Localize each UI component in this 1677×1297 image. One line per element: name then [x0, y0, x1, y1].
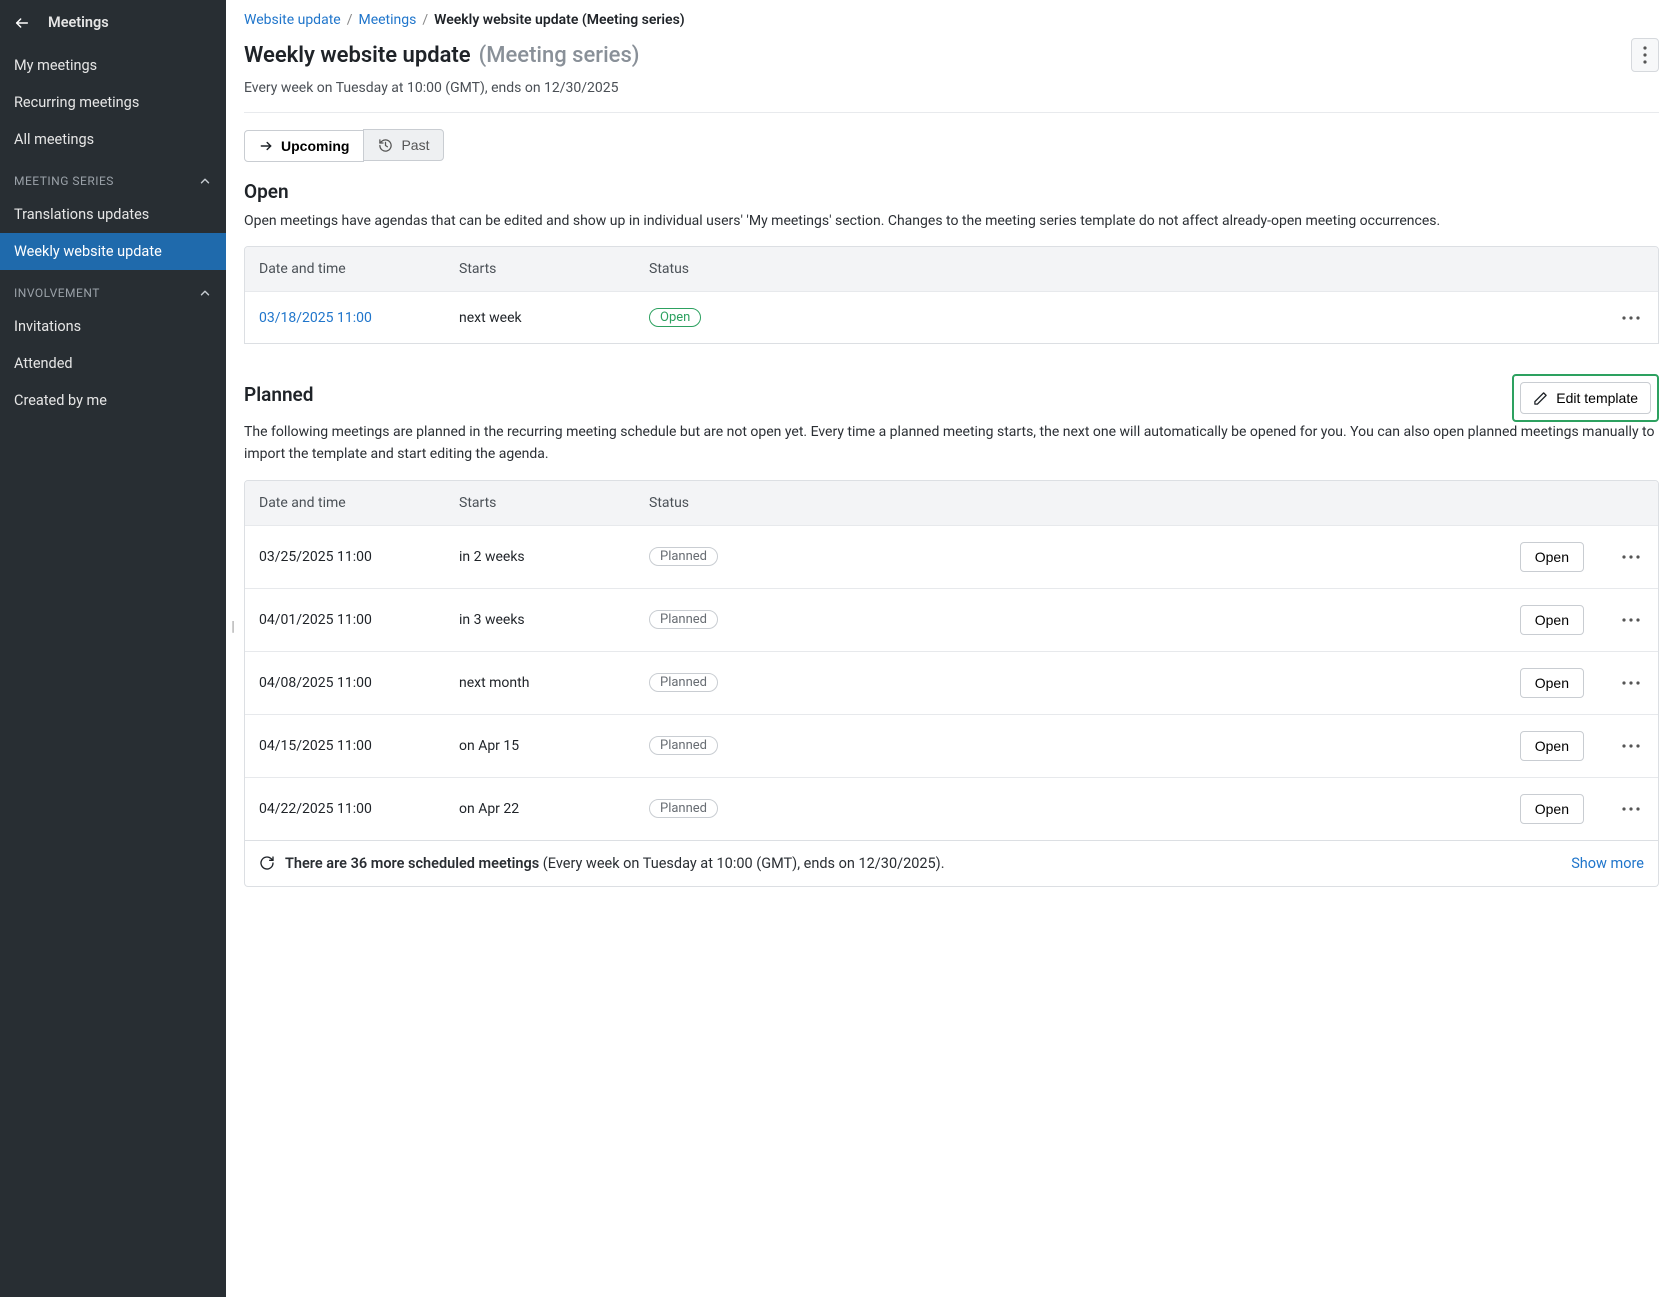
planned-meetings-table: Date and time Starts Status 03/25/2025 1… — [244, 480, 1659, 841]
meeting-datetime-link[interactable]: 03/18/2025 11:00 — [259, 310, 372, 326]
status-badge: Planned — [649, 799, 718, 818]
status-badge: Planned — [649, 547, 718, 566]
planned-section-desc: The following meetings are planned in th… — [244, 422, 1659, 465]
meeting-datetime: 04/15/2025 11:00 — [259, 738, 459, 754]
row-actions-menu[interactable] — [1618, 803, 1644, 815]
col-datetime: Date and time — [259, 261, 459, 277]
table-header: Date and time Starts Status — [245, 481, 1658, 525]
footer-message-paren: (Every week on Tuesday at 10:00 (GMT), e… — [543, 855, 945, 872]
inv-created-by-me[interactable]: Created by me — [0, 382, 226, 419]
row-actions-menu[interactable] — [1618, 740, 1644, 752]
tab-past[interactable]: Past — [363, 129, 444, 161]
meeting-starts: next month — [459, 675, 649, 691]
breadcrumb-meetings[interactable]: Meetings — [358, 12, 416, 28]
chevron-up-icon — [198, 286, 212, 300]
open-meetings-table: Date and time Starts Status 03/18/2025 1… — [244, 246, 1659, 344]
status-badge: Planned — [649, 673, 718, 692]
meeting-datetime: 04/22/2025 11:00 — [259, 801, 459, 817]
page-title: Weekly website update (Meeting series) — [244, 43, 639, 68]
col-status: Status — [649, 495, 849, 511]
page-title-suffix: (Meeting series) — [479, 43, 640, 68]
back-icon[interactable] — [14, 15, 30, 31]
meeting-starts: next week — [459, 310, 649, 326]
status-badge: Planned — [649, 610, 718, 629]
sidebar-resize-handle[interactable]: || — [231, 619, 232, 635]
status-badge: Planned — [649, 736, 718, 755]
open-meeting-button[interactable]: Open — [1520, 605, 1584, 635]
breadcrumb-root[interactable]: Website update — [244, 12, 341, 28]
series-translations-updates[interactable]: Translations updates — [0, 196, 226, 233]
edit-template-label: Edit template — [1556, 390, 1638, 406]
table-row: 03/18/2025 11:00 next week Open — [245, 291, 1658, 343]
col-starts: Starts — [459, 495, 649, 511]
inv-attended[interactable]: Attended — [0, 345, 226, 382]
edit-template-highlight: Edit template — [1512, 374, 1659, 422]
tab-label: Past — [401, 137, 429, 153]
breadcrumb-sep: / — [422, 12, 428, 28]
show-more-link[interactable]: Show more — [1571, 855, 1644, 872]
col-datetime: Date and time — [259, 495, 459, 511]
edit-template-button[interactable]: Edit template — [1520, 382, 1651, 414]
table-row: 04/15/2025 11:00 on Apr 15 Planned Open — [245, 714, 1658, 777]
open-section-title: Open — [244, 180, 1659, 203]
sidebar: Meetings My meetings Recurring meetings … — [0, 0, 226, 1297]
row-actions-menu[interactable] — [1618, 614, 1644, 626]
sidebar-title: Meetings — [48, 14, 109, 31]
breadcrumb: Website update / Meetings / Weekly websi… — [244, 12, 1659, 38]
status-badge: Open — [649, 308, 701, 327]
table-header: Date and time Starts Status — [245, 247, 1658, 291]
main-content: Website update / Meetings / Weekly websi… — [226, 0, 1677, 1297]
meeting-datetime: 04/08/2025 11:00 — [259, 675, 459, 691]
inv-invitations[interactable]: Invitations — [0, 308, 226, 345]
open-meeting-button[interactable]: Open — [1520, 542, 1584, 572]
meeting-datetime: 03/25/2025 11:00 — [259, 549, 459, 565]
open-meeting-button[interactable]: Open — [1520, 794, 1584, 824]
open-section-desc: Open meetings have agendas that can be e… — [244, 211, 1659, 233]
history-icon — [378, 138, 393, 153]
group-header-label: MEETING SERIES — [14, 174, 114, 188]
planned-table-footer: There are 36 more scheduled meetings (Ev… — [244, 841, 1659, 887]
row-actions-menu[interactable] — [1618, 312, 1644, 324]
col-starts: Starts — [459, 261, 649, 277]
meeting-starts: in 2 weeks — [459, 549, 649, 565]
footer-message: There are 36 more scheduled meetings (Ev… — [285, 855, 945, 872]
col-status: Status — [649, 261, 849, 277]
nav-all-meetings[interactable]: All meetings — [0, 121, 226, 158]
table-row: 04/01/2025 11:00 in 3 weeks Planned Open — [245, 588, 1658, 651]
meeting-starts: on Apr 15 — [459, 738, 649, 754]
meeting-starts: on Apr 22 — [459, 801, 649, 817]
pencil-icon — [1533, 391, 1548, 406]
page-actions-menu[interactable] — [1631, 38, 1659, 72]
upcoming-past-tabs: Upcoming Past — [244, 129, 1659, 162]
nav-recurring-meetings[interactable]: Recurring meetings — [0, 84, 226, 121]
refresh-icon — [259, 855, 275, 871]
sidebar-header: Meetings — [0, 0, 226, 47]
table-row: 04/08/2025 11:00 next month Planned Open — [245, 651, 1658, 714]
group-meeting-series[interactable]: MEETING SERIES — [0, 158, 226, 196]
tab-upcoming[interactable]: Upcoming — [244, 130, 364, 162]
group-involvement[interactable]: INVOLVEMENT — [0, 270, 226, 308]
table-row: 03/25/2025 11:00 in 2 weeks Planned Open — [245, 525, 1658, 588]
breadcrumb-sep: / — [347, 12, 353, 28]
meeting-starts: in 3 weeks — [459, 612, 649, 628]
page-title-main: Weekly website update — [244, 43, 471, 68]
meeting-datetime: 04/01/2025 11:00 — [259, 612, 459, 628]
footer-message-main: There are 36 more scheduled meetings — [285, 855, 543, 872]
breadcrumb-current: Weekly website update (Meeting series) — [434, 12, 685, 28]
group-header-label: INVOLVEMENT — [14, 286, 100, 300]
row-actions-menu[interactable] — [1618, 551, 1644, 563]
series-weekly-website-update[interactable]: Weekly website update — [0, 233, 226, 270]
table-row: 04/22/2025 11:00 on Apr 22 Planned Open — [245, 777, 1658, 840]
row-actions-menu[interactable] — [1618, 677, 1644, 689]
tab-label: Upcoming — [281, 138, 349, 154]
open-meeting-button[interactable]: Open — [1520, 731, 1584, 761]
chevron-up-icon — [198, 174, 212, 188]
nav-my-meetings[interactable]: My meetings — [0, 47, 226, 84]
planned-section-title: Planned — [244, 383, 313, 406]
open-meeting-button[interactable]: Open — [1520, 668, 1584, 698]
arrow-right-icon — [259, 139, 273, 153]
recurrence-subtitle: Every week on Tuesday at 10:00 (GMT), en… — [244, 72, 1659, 113]
